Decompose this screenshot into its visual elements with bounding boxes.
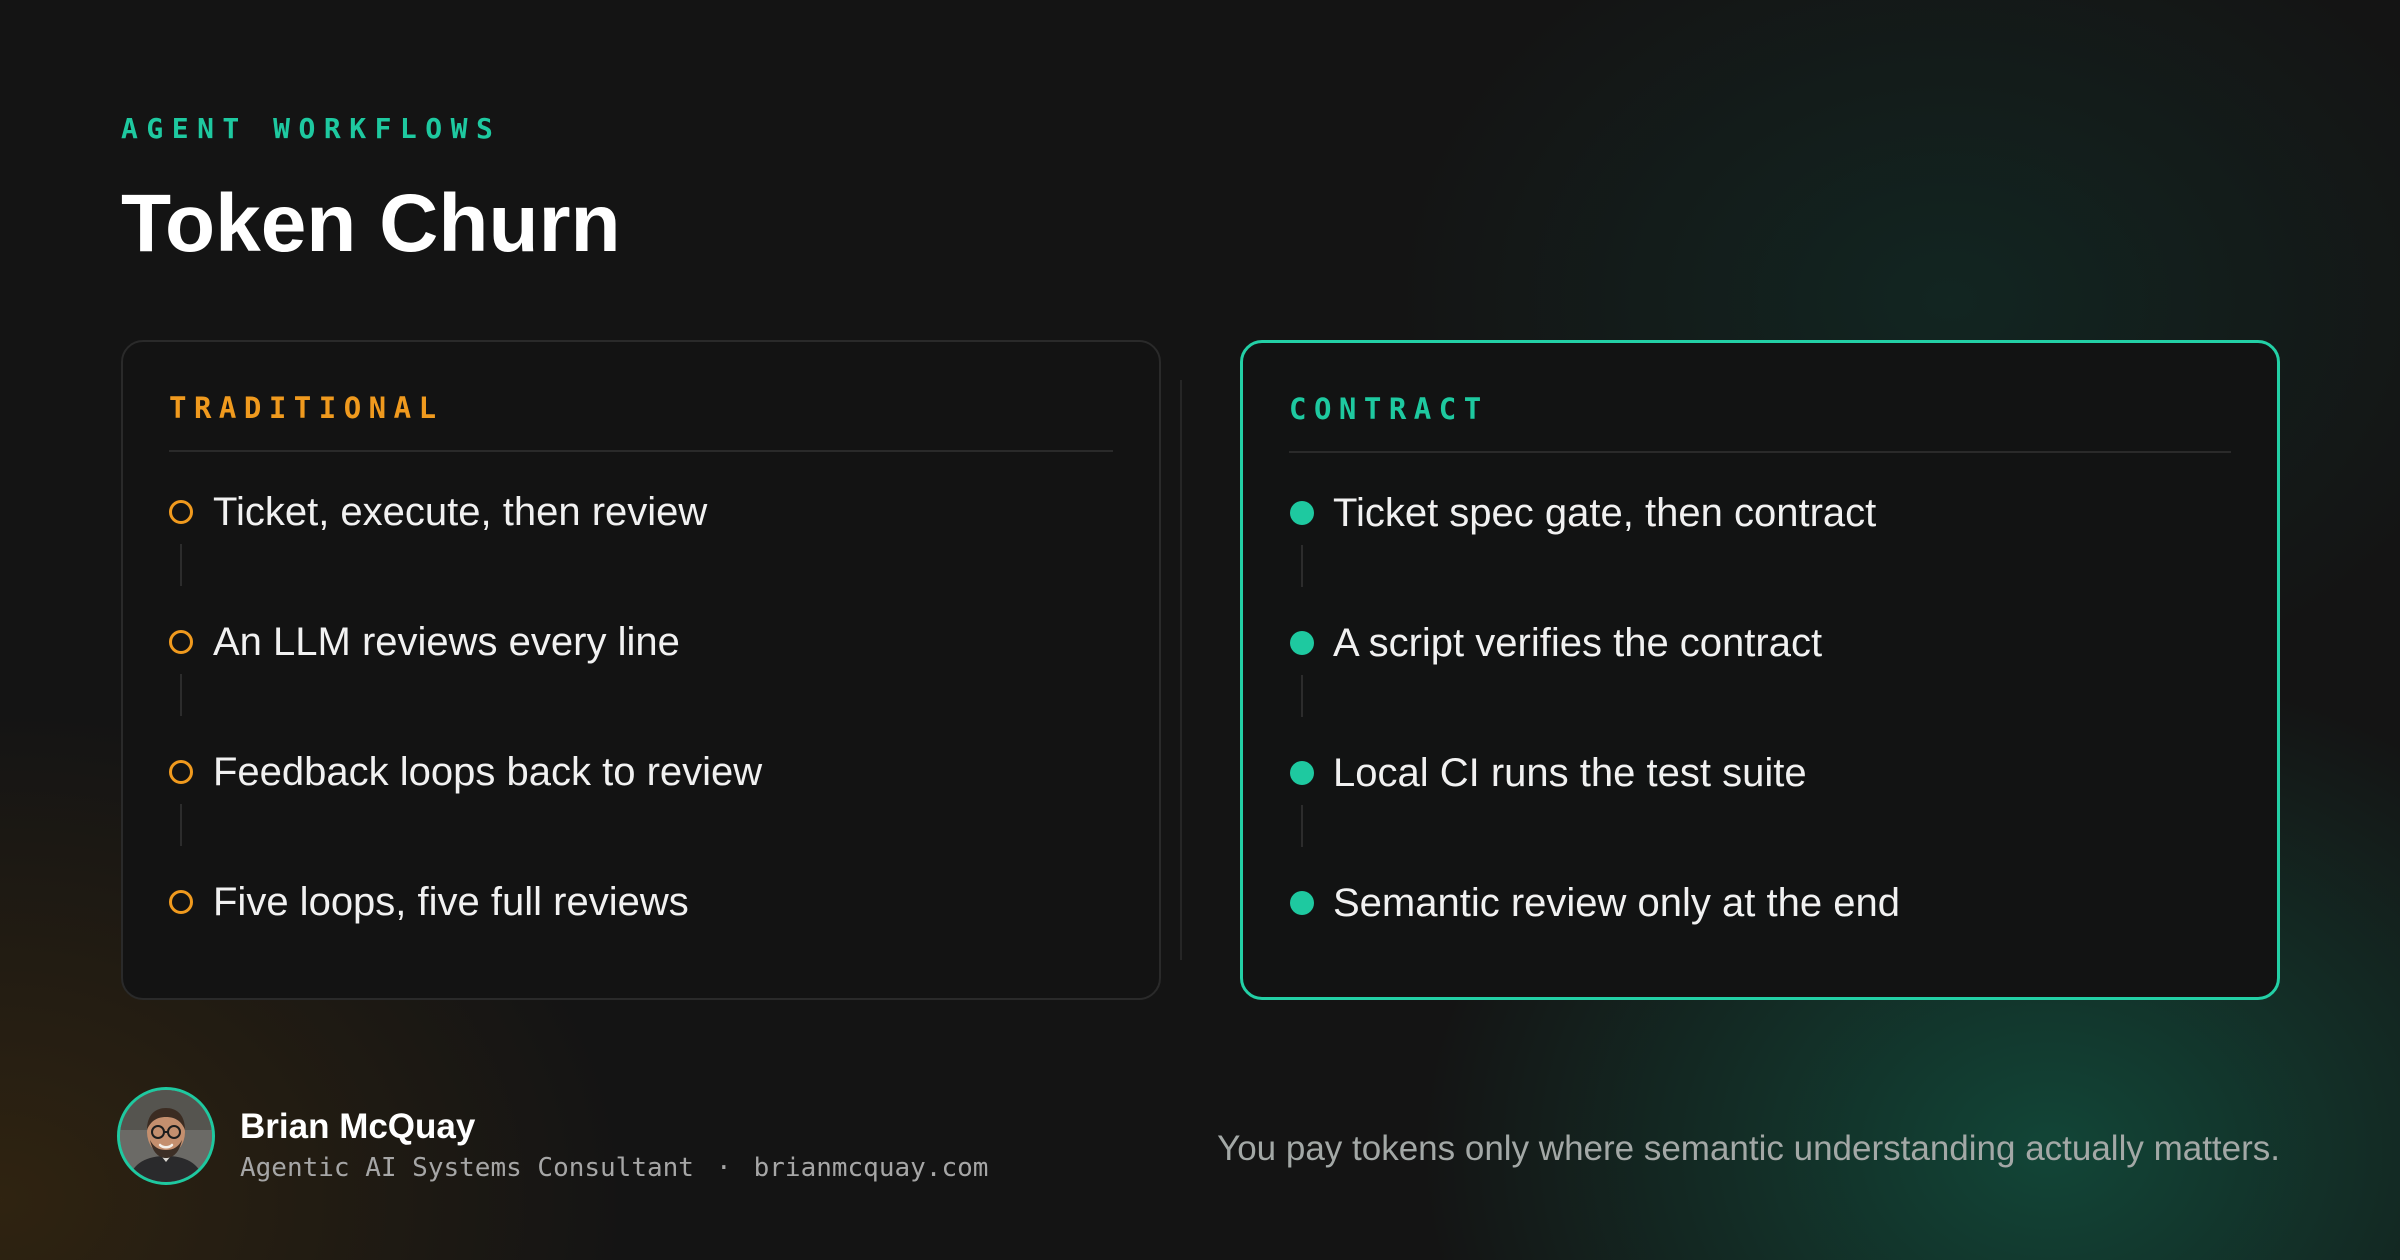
- step-label: Five loops, five full reviews: [213, 880, 689, 924]
- traditional-step: Ticket, execute, then review: [169, 484, 1113, 614]
- traditional-heading-rule: [169, 450, 1113, 452]
- contract-step: Local CI runs the test suite: [1289, 745, 2231, 875]
- filled-circle-icon: [1290, 631, 1314, 655]
- traditional-panel: TRADITIONAL Ticket, execute, then review…: [121, 340, 1161, 1000]
- tagline: You pay tokens only where semantic under…: [1217, 1129, 2280, 1168]
- hollow-circle-icon: [169, 500, 193, 524]
- step-label: Feedback loops back to review: [213, 750, 763, 794]
- contract-heading-rule: [1289, 451, 2231, 453]
- step-label: Ticket, execute, then review: [213, 490, 708, 534]
- step-label: A script verifies the contract: [1333, 621, 1823, 665]
- contract-steps: Ticket spec gate, then contract A script…: [1289, 485, 2231, 935]
- step-label: An LLM reviews every line: [213, 620, 680, 664]
- filled-circle-icon: [1290, 501, 1314, 525]
- step-connector: [1301, 675, 1303, 717]
- step-connector: [1301, 805, 1303, 847]
- step-connector: [180, 674, 182, 716]
- panel-divider: [1180, 380, 1182, 960]
- traditional-step: Feedback loops back to review: [169, 744, 1113, 874]
- traditional-step: Five loops, five full reviews: [169, 874, 1113, 934]
- contract-step: Semantic review only at the end: [1289, 875, 2231, 935]
- step-label: Ticket spec gate, then contract: [1333, 491, 1877, 535]
- author-name: Brian McQuay: [240, 1107, 476, 1146]
- contract-step: Ticket spec gate, then contract: [1289, 485, 2231, 615]
- hollow-circle-icon: [169, 630, 193, 654]
- step-connector: [1301, 545, 1303, 587]
- filled-circle-icon: [1290, 761, 1314, 785]
- traditional-heading: TRADITIONAL: [169, 391, 444, 425]
- hollow-circle-icon: [169, 890, 193, 914]
- traditional-steps: Ticket, execute, then review An LLM revi…: [169, 484, 1113, 934]
- contract-step: A script verifies the contract: [1289, 615, 2231, 745]
- page-title: Token Churn: [121, 178, 621, 269]
- section-eyebrow: AGENT WORKFLOWS: [121, 112, 502, 145]
- traditional-step: An LLM reviews every line: [169, 614, 1113, 744]
- step-label: Local CI runs the test suite: [1333, 751, 1807, 795]
- author-role: Agentic AI Systems Consultant: [240, 1153, 694, 1183]
- step-connector: [180, 804, 182, 846]
- filled-circle-icon: [1290, 891, 1314, 915]
- meta-separator: ·: [715, 1153, 732, 1183]
- author-website-link[interactable]: brianmcquay.com: [754, 1153, 989, 1183]
- hollow-circle-icon: [169, 760, 193, 784]
- step-connector: [180, 544, 182, 586]
- avatar-portrait-icon: [120, 1090, 212, 1182]
- contract-heading: CONTRACT: [1289, 392, 1489, 426]
- avatar: [117, 1087, 215, 1185]
- contract-panel: CONTRACT Ticket spec gate, then contract…: [1240, 340, 2280, 1000]
- step-label: Semantic review only at the end: [1333, 881, 1900, 925]
- author-meta: Agentic AI Systems Consultant · brianmcqua…: [240, 1151, 988, 1185]
